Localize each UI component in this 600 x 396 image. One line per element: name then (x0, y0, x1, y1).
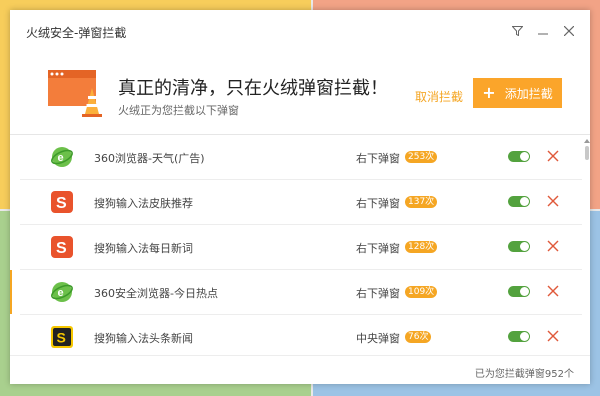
popup-name: 搜狗输入法皮肤推荐 (94, 197, 193, 210)
toggle-knob (520, 197, 529, 206)
popup-name: 搜狗输入法头条新闻 (94, 332, 193, 345)
list-item: e 360浏览器-天气(广告) 右下弹窗 253次 (20, 135, 582, 180)
popup-position: 中央弹窗 (356, 332, 400, 345)
block-toggle[interactable] (508, 151, 530, 162)
page-headline: 真正的清净，只在火绒弹窗拦截！ (118, 78, 388, 99)
popup-position: 右下弹窗 (356, 152, 400, 165)
delete-icon[interactable] (546, 239, 560, 253)
list-item: S 搜狗输入法每日新词 右下弹窗 128次 (20, 225, 582, 270)
popup-blocker-window: 火绒安全-弹窗拦截 真正的清净，只在火绒弹窗拦截！ 火绒正为您拦截以下弹窗 取消… (10, 10, 590, 384)
blocked-popup-list: e 360浏览器-天气(广告) 右下弹窗 253次 S 搜狗输入法皮肤推荐 右下… (10, 135, 582, 355)
svg-text:e: e (58, 287, 64, 299)
close-icon (564, 26, 574, 36)
ie-green-icon: e (51, 282, 73, 302)
scroll-up-arrow-icon[interactable] (584, 138, 590, 144)
sogou-icon: S (51, 236, 73, 258)
toggle-knob (520, 152, 529, 161)
block-toggle[interactable] (508, 196, 530, 207)
block-count-badge: 128次 (405, 241, 438, 253)
svg-text:S: S (56, 195, 67, 212)
toggle-knob (520, 287, 529, 296)
toggle-knob (520, 242, 529, 251)
block-toggle[interactable] (508, 331, 530, 342)
plus-icon: + (482, 83, 496, 102)
add-block-label: 添加拦截 (504, 86, 553, 101)
block-toggle[interactable] (508, 241, 530, 252)
ie-green-icon: e (51, 147, 73, 167)
block-count-badge: 109次 (405, 286, 438, 298)
popup-name: 搜狗输入法每日新词 (94, 242, 193, 255)
sogou-black-icon: S (51, 326, 73, 348)
list-scrollbar[interactable] (584, 138, 590, 358)
filter-menu-button[interactable] (506, 20, 528, 42)
add-block-button[interactable]: + 添加拦截 (473, 78, 562, 108)
funnel-icon (511, 26, 523, 36)
popup-position: 右下弹窗 (356, 287, 400, 300)
list-item: e 360安全浏览器-今日热点 右下弹窗 109次 (10, 270, 582, 315)
close-button[interactable] (558, 20, 580, 42)
popup-name: 360浏览器-天气(广告) (94, 152, 205, 165)
popup-name: 360安全浏览器-今日热点 (94, 287, 218, 300)
delete-icon[interactable] (546, 194, 560, 208)
blocked-summary: 已为您拦截弹窗952个 (474, 369, 574, 380)
block-count-badge: 137次 (405, 196, 438, 208)
list-item: S 搜狗输入法头条新闻 中央弹窗 76次 (20, 315, 582, 355)
block-count-badge: 76次 (405, 331, 432, 343)
svg-text:e: e (58, 152, 64, 164)
list-item: S 搜狗输入法皮肤推荐 右下弹窗 137次 (20, 180, 582, 225)
sogou-icon: S (51, 191, 73, 213)
window-title: 火绒安全-弹窗拦截 (26, 26, 127, 40)
blocked-window-illustration-icon (48, 70, 102, 117)
block-toggle[interactable] (508, 286, 530, 297)
scroll-thumb[interactable] (585, 146, 589, 160)
block-count-badge: 253次 (405, 151, 438, 163)
delete-icon[interactable] (546, 149, 560, 163)
popup-position: 右下弹窗 (356, 197, 400, 210)
minimize-icon (538, 33, 548, 35)
selected-row-indicator (10, 270, 12, 314)
title-bar[interactable]: 火绒安全-弹窗拦截 (10, 10, 590, 50)
delete-icon[interactable] (546, 329, 560, 343)
footer: 已为您拦截弹窗952个 (10, 355, 590, 385)
header: 真正的清净，只在火绒弹窗拦截！ 火绒正为您拦截以下弹窗 取消拦截 + 添加拦截 (10, 50, 590, 134)
delete-icon[interactable] (546, 284, 560, 298)
svg-text:S: S (56, 240, 67, 257)
svg-text:S: S (57, 330, 66, 346)
minimize-button[interactable] (532, 20, 554, 42)
page-subtitle: 火绒正为您拦截以下弹窗 (118, 104, 239, 117)
cancel-block-link[interactable]: 取消拦截 (415, 88, 463, 105)
popup-position: 右下弹窗 (356, 242, 400, 255)
toggle-knob (520, 332, 529, 341)
